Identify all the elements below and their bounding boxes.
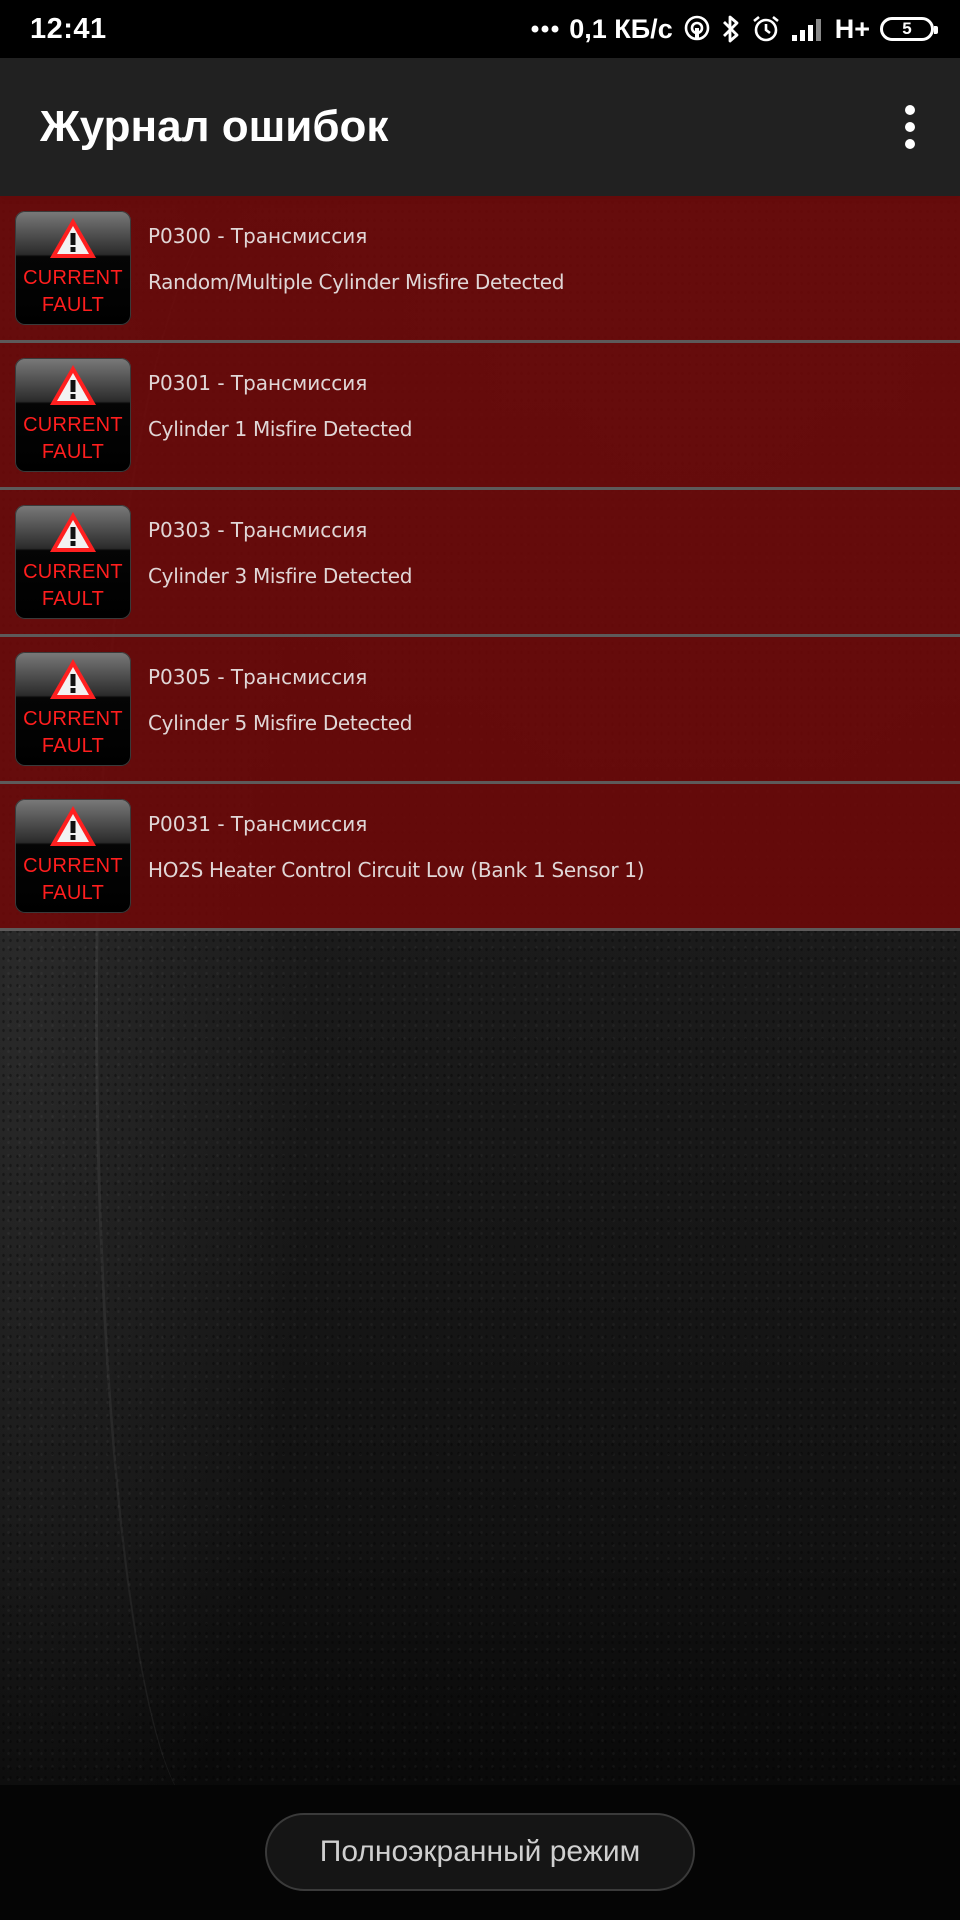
badge-text-fault: FAULT	[41, 735, 105, 757]
page-title: Журнал ошибок	[40, 102, 389, 151]
fault-list-item[interactable]: CURRENT FAULT P0301 - Трансмиссия Cylind…	[0, 343, 960, 490]
bluetooth-icon	[721, 14, 741, 44]
screen: 12:41 0,1 КБ/с H+ 5 Журнал ошибок CURREN…	[0, 0, 960, 1920]
warning-icon	[50, 806, 96, 846]
bottom-bar: Полноэкранный режим	[0, 1785, 960, 1920]
badge-text-fault: FAULT	[41, 441, 105, 463]
fault-description: Cylinder 5 Misfire Detected	[148, 711, 413, 735]
fault-code: P0303 - Трансмиссия	[148, 518, 368, 542]
fault-list-item[interactable]: CURRENT FAULT P0303 - Трансмиссия Cylind…	[0, 490, 960, 637]
current-fault-icon: CURRENT FAULT	[15, 799, 131, 913]
badge-text-current: CURRENT	[23, 267, 123, 289]
signal-icon	[791, 17, 825, 41]
fault-description: Cylinder 3 Misfire Detected	[148, 564, 413, 588]
fault-code: P0305 - Трансмиссия	[148, 665, 368, 689]
current-fault-icon: CURRENT FAULT	[15, 652, 131, 766]
warning-icon	[50, 218, 96, 258]
warning-icon	[50, 512, 96, 552]
fault-code: P0031 - Трансмиссия	[148, 812, 368, 836]
current-fault-icon: CURRENT FAULT	[15, 211, 131, 325]
status-icons: 0,1 КБ/с H+ 5	[531, 13, 938, 45]
dots-icon	[531, 24, 559, 34]
battery-level: 5	[902, 19, 912, 38]
fault-text: P0031 - Трансмиссия HO2S Heater Control …	[148, 804, 950, 890]
badge-text-fault: FAULT	[41, 882, 105, 904]
fault-description: Random/Multiple Cylinder Misfire Detecte…	[148, 270, 565, 294]
fault-code: P0300 - Трансмиссия	[148, 224, 368, 248]
fault-description: Cylinder 1 Misfire Detected	[148, 417, 413, 441]
warning-icon	[50, 659, 96, 699]
fault-text: P0300 - Трансмиссия Random/Multiple Cyli…	[148, 216, 950, 302]
fault-list-item[interactable]: CURRENT FAULT P0300 - Трансмиссия Random…	[0, 196, 960, 343]
fault-text: P0305 - Трансмиссия Cylinder 5 Misfire D…	[148, 657, 950, 743]
status-bar: 12:41 0,1 КБ/с H+ 5	[0, 0, 960, 58]
current-fault-icon: CURRENT FAULT	[15, 505, 131, 619]
fault-list-item[interactable]: CURRENT FAULT P0305 - Трансмиссия Cylind…	[0, 637, 960, 784]
battery-icon: 5	[880, 17, 938, 41]
fault-list: CURRENT FAULT P0300 - Трансмиссия Random…	[0, 196, 960, 931]
more-vert-icon[interactable]	[882, 93, 938, 161]
network-speed: 0,1 КБ/с	[569, 13, 673, 44]
fault-description: HO2S Heater Control Circuit Low (Bank 1 …	[148, 858, 645, 882]
fault-text: P0301 - Трансмиссия Cylinder 1 Misfire D…	[148, 363, 950, 449]
warning-icon	[50, 365, 96, 405]
badge-text-fault: FAULT	[41, 588, 105, 610]
fault-code: P0301 - Трансмиссия	[148, 371, 368, 395]
app-bar: Журнал ошибок	[0, 58, 960, 196]
fault-list-item[interactable]: CURRENT FAULT P0031 - Трансмиссия HO2S H…	[0, 784, 960, 931]
badge-text-current: CURRENT	[23, 414, 123, 436]
alarm-icon	[751, 14, 781, 44]
fullscreen-button[interactable]: Полноэкранный режим	[265, 1813, 695, 1891]
badge-text-current: CURRENT	[23, 561, 123, 583]
fault-text: P0303 - Трансмиссия Cylinder 3 Misfire D…	[148, 510, 950, 596]
badge-text-current: CURRENT	[23, 855, 123, 877]
current-fault-icon: CURRENT FAULT	[15, 358, 131, 472]
badge-text-fault: FAULT	[41, 294, 105, 316]
status-time: 12:41	[30, 12, 107, 45]
badge-text-current: CURRENT	[23, 708, 123, 730]
network-type: H+	[834, 13, 870, 44]
hotspot-icon	[683, 15, 711, 43]
